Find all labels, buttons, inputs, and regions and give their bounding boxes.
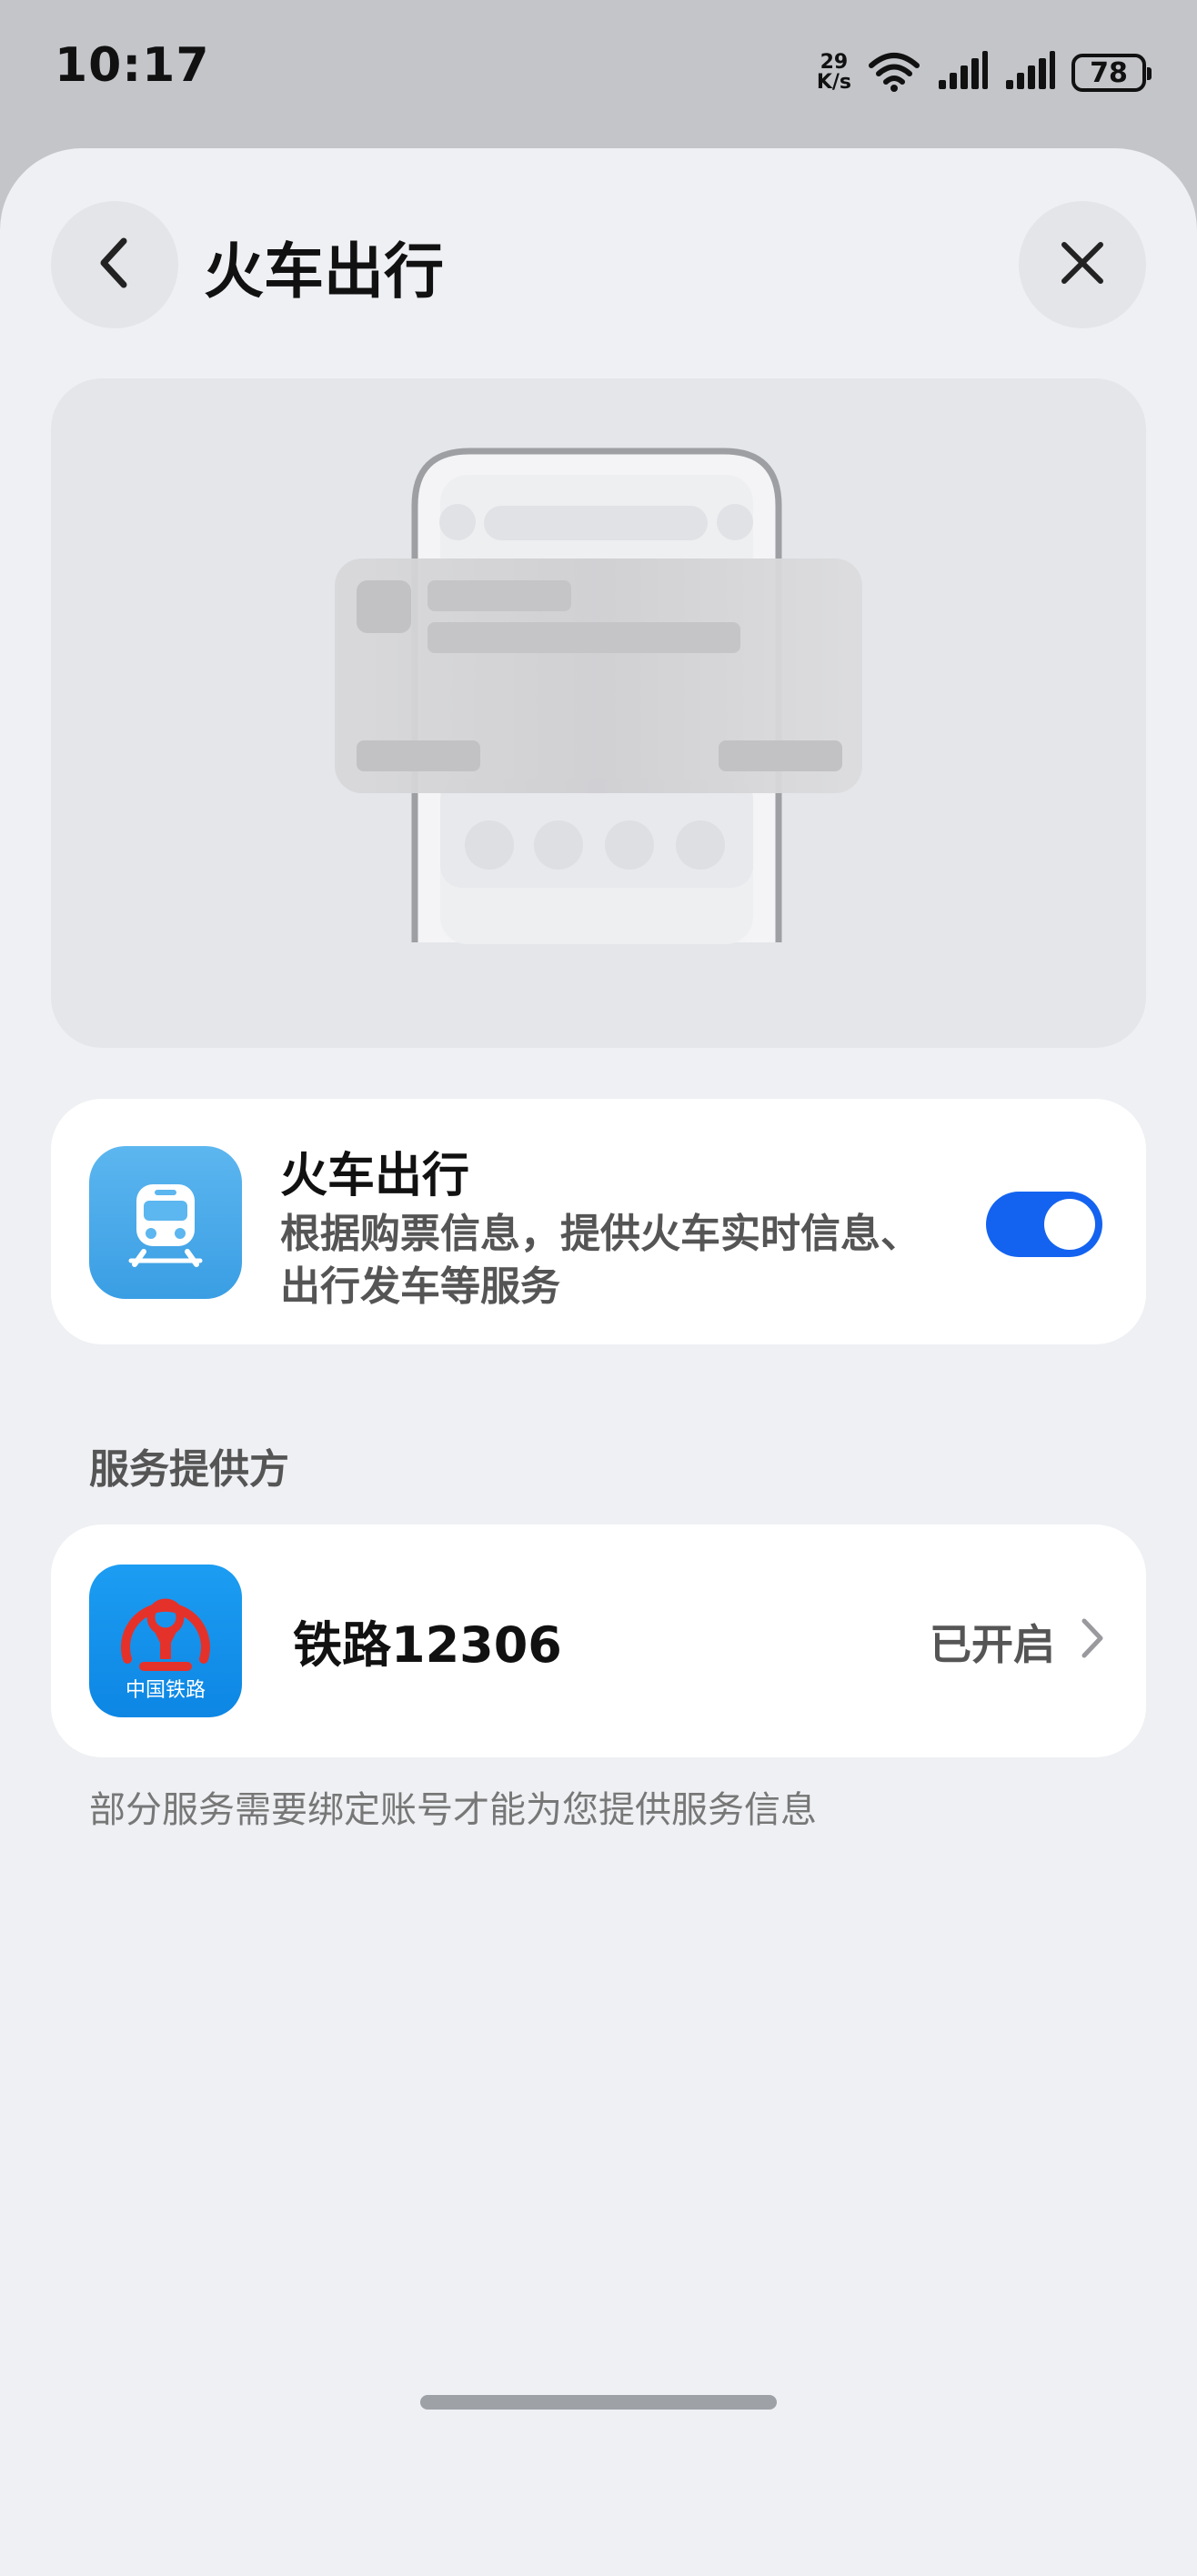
page-title: 火车出行 (204, 236, 444, 307)
toggle-knob (1044, 1199, 1095, 1250)
signal-icon-sim2 (1004, 51, 1055, 95)
provider-status: 已开启 (930, 1620, 1055, 1669)
status-time: 10:17 (55, 38, 210, 93)
network-speed: 29 K/s (817, 53, 851, 93)
status-icons: 29 K/s 78 (817, 45, 1152, 100)
feature-illustration (51, 378, 1146, 1048)
battery-indicator: 78 (1071, 54, 1152, 92)
close-icon (1057, 237, 1108, 292)
feature-toggle[interactable] (986, 1192, 1102, 1257)
back-button[interactable] (51, 201, 178, 328)
provider-logo-caption: 中国铁路 (125, 1679, 206, 1702)
provider-name: 铁路12306 (293, 1616, 562, 1674)
home-indicator[interactable] (420, 2395, 777, 2410)
train-icon (89, 1146, 242, 1299)
section-label-provider: 服务提供方 (89, 1446, 289, 1493)
footnote: 部分服务需要绑定账号才能为您提供服务信息 (89, 1789, 817, 1831)
wifi-icon (868, 49, 920, 96)
settings-sheet: 火车出行 火车出行 根据购票信息，提供火车实时信息、出行发车等服务 服务提供方 … (0, 148, 1197, 2576)
chevron-right-icon (1079, 1615, 1106, 1665)
phone-notification-illustration (335, 448, 862, 944)
chevron-left-icon (93, 234, 136, 296)
provider-row[interactable]: 中国铁路 铁路12306 已开启 (51, 1524, 1146, 1757)
feature-title: 火车出行 (280, 1149, 470, 1203)
china-railway-logo-icon: 中国铁路 (89, 1565, 242, 1717)
feature-description: 根据购票信息，提供火车实时信息、出行发车等服务 (280, 1211, 920, 1310)
status-bar: 10:17 29 K/s 78 (0, 0, 1197, 146)
network-speed-value: 29 (820, 51, 849, 74)
feature-card: 火车出行 根据购票信息，提供火车实时信息、出行发车等服务 (51, 1099, 1146, 1344)
close-button[interactable] (1019, 201, 1146, 328)
signal-icon-sim1 (937, 51, 988, 95)
network-speed-unit: K/s (816, 71, 851, 94)
